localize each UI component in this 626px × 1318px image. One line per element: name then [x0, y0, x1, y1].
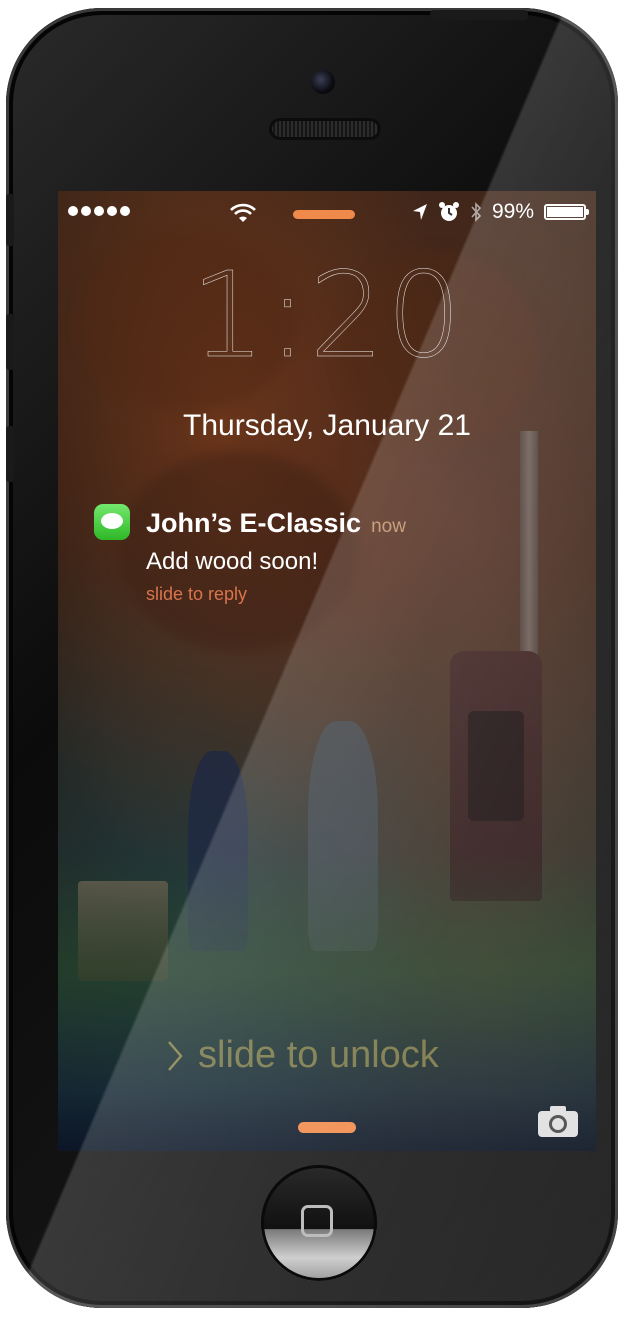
lock-clock-time: 1:20	[190, 246, 464, 384]
wallpaper-chimney	[520, 431, 538, 661]
messages-icon	[94, 504, 130, 540]
alarm-clock-icon	[438, 202, 459, 221]
notification-sender: John’s E-Classic	[146, 508, 362, 538]
slide-to-reply-hint[interactable]: slide to reply	[146, 584, 247, 605]
battery-level	[547, 207, 583, 217]
earpiece-speaker	[269, 118, 381, 140]
wallpaper-furnace-door	[468, 711, 524, 821]
mute-switch	[6, 194, 14, 246]
control-center-grabber[interactable]	[298, 1122, 356, 1133]
volume-up-button	[6, 314, 14, 370]
slide-to-unlock-slider[interactable]: slide to unlock	[166, 1034, 439, 1077]
status-bar: 99%	[58, 191, 596, 231]
signal-dots-icon	[68, 206, 130, 216]
volume-down-button	[6, 426, 14, 482]
location-arrow-icon	[412, 204, 427, 220]
sleep-wake-button	[430, 10, 528, 20]
lock-screen: 99% 1:20 Thursday, January 21 John’s E-C…	[58, 191, 596, 1151]
lock-date: Thursday, January 21	[183, 409, 471, 442]
bluetooth-icon	[471, 202, 482, 222]
wallpaper-grass	[58, 851, 596, 1151]
status-right-group: 99%	[412, 200, 589, 224]
battery-icon	[544, 204, 589, 220]
notification-header: John’s E-Classic now	[146, 508, 406, 539]
home-square-icon	[301, 1205, 333, 1237]
battery-percentage: 99%	[491, 200, 534, 223]
home-button[interactable]	[261, 1165, 377, 1281]
status-indicator-pill	[293, 210, 355, 219]
camera-icon[interactable]	[536, 1103, 580, 1139]
wifi-icon	[230, 203, 256, 222]
notification-message: Add wood soon!	[146, 548, 319, 575]
notification-time: now	[371, 516, 406, 537]
slide-to-unlock-label: slide to unlock	[198, 1034, 439, 1076]
iphone-frame: 99% 1:20 Thursday, January 21 John’s E-C…	[6, 8, 618, 1308]
front-camera	[311, 70, 335, 94]
chevron-right-icon	[168, 1040, 183, 1071]
